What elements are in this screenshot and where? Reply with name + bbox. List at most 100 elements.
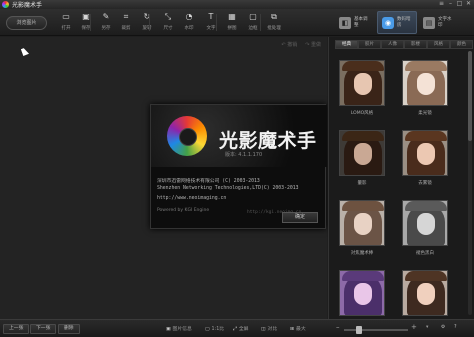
save-icon: ▣ [82, 12, 90, 21]
effects-tab[interactable]: 风格 [427, 40, 450, 49]
settings-icon[interactable]: ⚙ [441, 325, 445, 330]
fullscreen-button[interactable]: ⤢ 全屏 [233, 325, 248, 332]
effect-label: 暈影 [357, 181, 367, 186]
tool-label: 另存 [101, 26, 111, 31]
effect-preview-image [402, 130, 448, 176]
image-info-button[interactable]: ▣ 图片信息 [166, 325, 192, 332]
effect-preview-image [402, 200, 448, 246]
delete-button[interactable]: 删除 [58, 324, 80, 334]
effect-preview-image [339, 200, 385, 246]
batch-icon: ⧉ [271, 12, 277, 21]
tool-resize-button[interactable]: ⤡ 尺寸 [158, 12, 178, 34]
effect-preview-image [339, 270, 385, 316]
effect-thumbnail[interactable]: 褪色黑白 [402, 200, 448, 256]
effect-thumbnail[interactable]: 对焦魔术棒 [339, 200, 385, 256]
effect-preview-image [402, 270, 448, 316]
effect-label: 对焦魔术棒 [350, 251, 374, 256]
mode-label: 文字水印 [438, 16, 452, 28]
maximize-view-icon: ⊞ [290, 327, 295, 332]
effect-preview-image [402, 60, 448, 106]
undo-button[interactable]: ↶ 撤销 [281, 41, 297, 48]
effect-label: 柔光镜 [418, 111, 432, 116]
tool-save-as-button[interactable]: ✎ 另存 [96, 12, 116, 34]
app-window: 光影魔术手 ≡ – □ ✕ 浏览图片 ▭ 打开 ▣ 保存 ✎ 另存 ⌗ 裁剪 ↻ 旋转 ⤡ 尺寸 ◔ 水印… [0, 0, 474, 337]
basic-adjust-icon: ◧ [339, 16, 351, 29]
next-image-button[interactable]: 下一张 [30, 324, 57, 334]
mode-label: 基本调整 [354, 16, 368, 28]
crop-icon: ⌗ [123, 12, 129, 21]
window-controls: ≡ – □ ✕ [437, 0, 473, 8]
ratio-icon: ▢ [205, 327, 210, 332]
maximize-view-button[interactable]: ⊞ 最大 [290, 325, 306, 332]
about-dialog: 光影魔术手 版本: 4.1.1.170 深圳市迅雷网络技术有限公司 (C) 20… [150, 104, 327, 229]
tool-folder-open-button[interactable]: ▭ 打开 [56, 12, 76, 34]
zoom-slider-knob[interactable] [355, 326, 362, 334]
watermark-icon: ◔ [185, 12, 193, 21]
effects-tab[interactable]: 颜色 [450, 40, 473, 49]
fullscreen-label: 全屏 [238, 327, 249, 332]
tool-text-button[interactable]: T 文字 [201, 12, 221, 34]
mode-basic-adjust-button[interactable]: ◧ 基本调整 [335, 11, 375, 34]
prev-image-button[interactable]: 上一张 [3, 324, 30, 334]
mode-camera-button[interactable]: ◉ 数码暗房 [377, 11, 417, 34]
collage-icon: ▦ [228, 12, 236, 21]
effects-tab[interactable]: 经典 [335, 40, 358, 49]
tool-save-button[interactable]: ▣ 保存 [76, 12, 96, 34]
zoom-out-icon[interactable]: – [336, 323, 340, 331]
about-product-name: 光影魔术手 [219, 130, 317, 152]
image-info-label: 图片信息 [172, 327, 192, 332]
effects-tab[interactable]: 影楼 [404, 40, 427, 49]
tool-rotate-button[interactable]: ↻ 旋转 [137, 12, 157, 34]
tool-label: 水印 [184, 26, 194, 31]
effect-thumbnail[interactable] [402, 270, 448, 320]
close-icon[interactable]: ✕ [464, 0, 473, 8]
zoom-in-icon[interactable]: + [411, 323, 417, 331]
ratio-button[interactable]: ▢ 1:1比 [205, 325, 224, 332]
help-icon[interactable]: ? [454, 325, 457, 330]
effect-label: 去雾镜 [418, 181, 432, 186]
browse-images-button[interactable]: 浏览图片 [6, 16, 47, 30]
toolbar-divider [216, 14, 217, 31]
fullscreen-icon: ⤢ [233, 327, 237, 332]
save-as-icon: ✎ [102, 12, 110, 21]
effects-panel: 经典 胶片 人像 影楼 风格 颜色 LOMO风格 柔光镜暈影 去雾镜对焦魔术棒 褪色黑白 [328, 37, 474, 319]
tool-label: 拼图 [227, 26, 237, 31]
effect-thumbnail[interactable]: 去雾镜 [402, 130, 448, 186]
effects-tab[interactable]: 人像 [381, 40, 404, 49]
minimize-icon[interactable]: – [446, 0, 455, 8]
about-ok-button[interactable]: 确定 [282, 212, 318, 223]
effect-thumbnail[interactable]: LOMO风格 [339, 60, 385, 116]
menu-icon[interactable]: ≡ [437, 0, 446, 8]
tool-batch-button[interactable]: ⧉ 批处理 [264, 12, 284, 34]
info-icon: ▣ [166, 327, 171, 332]
aperture-logo-icon [167, 116, 207, 156]
about-url[interactable]: http://www.neoimaging.cn [157, 196, 226, 201]
panel-scrollbar[interactable] [468, 51, 472, 315]
tool-watermark-button[interactable]: ◔ 水印 [179, 12, 199, 34]
rotate-icon: ↻ [143, 12, 151, 21]
tool-label: 保存 [81, 26, 91, 31]
redo-button[interactable]: ↷ 重做 [305, 41, 321, 48]
about-copyright-cn: 深圳市迅雷网络技术有限公司 (C) 2003-2013 [157, 179, 260, 184]
effect-thumbnail[interactable]: 柔光镜 [402, 60, 448, 116]
mode-print-button[interactable]: ▤ 文字水印 [419, 11, 459, 34]
window-title: 光影魔术手 [12, 2, 43, 9]
tool-collage-button[interactable]: ▦ 拼图 [222, 12, 242, 34]
maximize-icon[interactable]: □ [455, 0, 464, 8]
tool-label: 旋转 [142, 26, 152, 31]
tool-label: 批处理 [267, 26, 281, 31]
panel-scrollbar-thumb[interactable] [468, 51, 472, 141]
zoom-dropdown[interactable]: ▾ [426, 325, 428, 330]
status-bar: 上一张 下一张 删除 ▣ 图片信息 ▢ 1:1比 ⤢ 全屏 ◫ 对比 ⊞ 最大 – + ▾… [0, 319, 474, 337]
camera-icon: ◉ [382, 16, 394, 29]
effect-label: LOMO风格 [350, 111, 374, 116]
zoom-slider[interactable] [344, 326, 408, 334]
compare-button[interactable]: ◫ 对比 [261, 325, 277, 332]
about-hero: 光影魔术手 版本: 4.1.1.170 [151, 105, 327, 167]
effect-thumbnail[interactable]: 暈影 [339, 130, 385, 186]
folder-open-icon: ▭ [62, 12, 70, 21]
tool-crop-button[interactable]: ⌗ 裁剪 [116, 12, 136, 34]
ratio-label: 1:1比 [211, 327, 225, 332]
effects-tab[interactable]: 胶片 [358, 40, 381, 49]
effect-thumbnail[interactable] [339, 270, 385, 320]
